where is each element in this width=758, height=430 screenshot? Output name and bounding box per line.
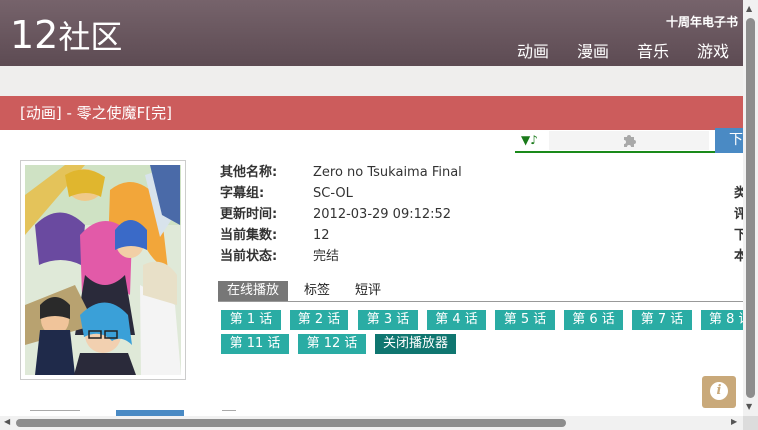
main-nav: 动画 漫画 音乐 游戏 bbox=[517, 38, 757, 62]
anime-cover-art bbox=[25, 165, 181, 375]
tab-tags[interactable]: 标签 bbox=[304, 281, 330, 301]
info-label: 其他名称: bbox=[220, 165, 278, 180]
episode-button[interactable]: 第 6 话 bbox=[564, 310, 623, 330]
vertical-scroll-thumb[interactable] bbox=[746, 18, 755, 398]
tab-online-play[interactable]: 在线播放 bbox=[218, 281, 289, 301]
info-value: 完结 bbox=[313, 249, 340, 264]
info-label: 当前集数: bbox=[220, 228, 278, 243]
episode-button[interactable]: 第 1 话 bbox=[221, 310, 281, 330]
info-value: 12 bbox=[313, 228, 330, 243]
episode-button[interactable]: 第 3 话 bbox=[358, 310, 418, 330]
info-label: 当前状态: bbox=[220, 249, 278, 264]
plugin-placeholder[interactable] bbox=[549, 131, 709, 150]
info-label: 字幕组: bbox=[220, 186, 265, 201]
tab-short-reviews[interactable]: 短评 bbox=[355, 281, 381, 301]
close-player-button[interactable]: 关闭播放器 bbox=[375, 334, 456, 354]
info-row-episodes: 当前集数: 12 bbox=[220, 225, 758, 246]
logo-number: 12 bbox=[10, 13, 59, 57]
info-row-updated: 更新时间: 2012-03-29 09:12:52 bbox=[220, 204, 758, 225]
scroll-up-arrow-icon[interactable]: ▲ bbox=[746, 4, 752, 13]
horizontal-scrollbar[interactable]: ◀ ▶ bbox=[0, 416, 743, 430]
info-row-other-name: 其他名称: Zero no Tsukaima Final bbox=[220, 162, 758, 183]
player-toolbar: ▼♪ bbox=[515, 130, 715, 153]
episode-button[interactable]: 第 4 话 bbox=[427, 310, 486, 330]
site-logo[interactable]: 12社区 bbox=[10, 12, 122, 60]
content-tabs: 在线播放 标签 短评 bbox=[218, 281, 758, 302]
anime-info: 其他名称: Zero no Tsukaima Final 字幕组: SC-OL … bbox=[220, 162, 758, 267]
info-row-status: 当前状态: 完结 bbox=[220, 246, 758, 267]
page-title: [动画] - 零之使魔F[完] bbox=[0, 96, 758, 130]
info-value[interactable]: SC-OL bbox=[313, 183, 353, 204]
scroll-left-arrow-icon[interactable]: ◀ bbox=[4, 417, 10, 426]
cover-frame bbox=[20, 160, 186, 380]
episode-button[interactable]: 第 11 话 bbox=[221, 334, 289, 354]
logo-text: 社区 bbox=[58, 18, 123, 56]
info-label: 更新时间: bbox=[220, 207, 278, 222]
vertical-scrollbar[interactable]: ▲ ▼ bbox=[743, 0, 758, 416]
horizontal-scroll-thumb[interactable] bbox=[16, 419, 566, 427]
puzzle-piece-icon bbox=[624, 135, 636, 147]
cover-image[interactable] bbox=[25, 165, 181, 375]
scroll-down-arrow-icon[interactable]: ▼ bbox=[746, 402, 752, 411]
info-button[interactable]: i bbox=[702, 376, 736, 408]
scrollbar-corner bbox=[743, 416, 758, 430]
episode-button[interactable]: 第 7 话 bbox=[632, 310, 692, 330]
anniversary-ebook-link[interactable]: 十周年电子书 bbox=[666, 13, 738, 30]
info-value: 2012-03-29 09:12:52 bbox=[313, 207, 452, 222]
scroll-right-arrow-icon[interactable]: ▶ bbox=[731, 417, 737, 426]
episode-button[interactable]: 第 2 话 bbox=[290, 310, 348, 330]
info-row-subgroup: 字幕组: SC-OL bbox=[220, 183, 758, 204]
nav-music[interactable]: 音乐 bbox=[637, 38, 697, 62]
nav-manga[interactable]: 漫画 bbox=[577, 38, 637, 62]
episode-button[interactable]: 第 12 话 bbox=[298, 334, 366, 354]
site-header: 12社区 十周年电子书 动画 漫画 音乐 游戏 bbox=[0, 0, 758, 66]
player-toggle-icon[interactable]: ▼♪ bbox=[521, 133, 538, 147]
info-value: Zero no Tsukaima Final bbox=[313, 165, 462, 180]
episode-button[interactable]: 第 5 话 bbox=[495, 310, 555, 330]
nav-anime[interactable]: 动画 bbox=[517, 38, 577, 62]
info-icon: i bbox=[710, 382, 728, 400]
header-spacer bbox=[0, 66, 758, 96]
